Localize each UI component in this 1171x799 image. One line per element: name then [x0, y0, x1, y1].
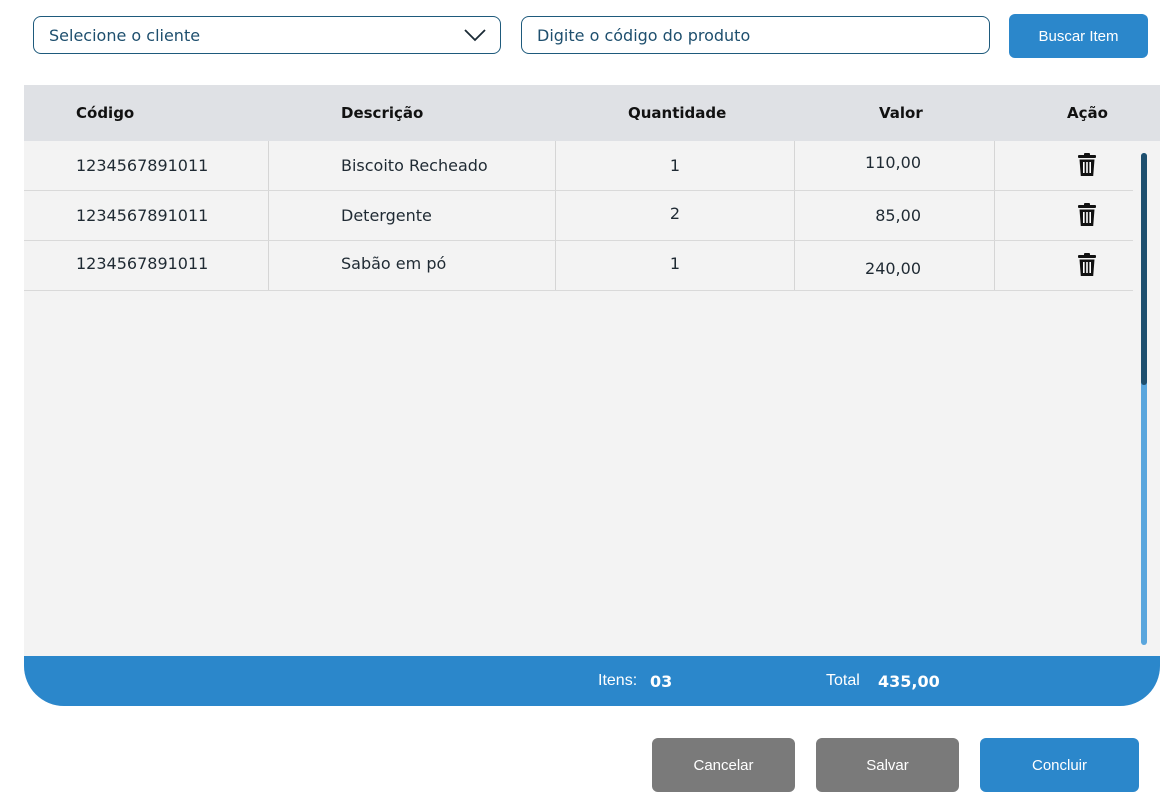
column-divider [268, 191, 269, 240]
search-item-button[interactable]: Buscar Item [1009, 14, 1148, 58]
column-divider [794, 241, 795, 290]
items-count: 03 [650, 671, 673, 691]
cell-description: Biscoito Recheado [341, 156, 488, 175]
scrollbar[interactable] [1141, 153, 1147, 645]
trash-icon[interactable] [1076, 253, 1098, 277]
table-row: 1234567891011 Sabão em pó 1 240,00 [24, 241, 1133, 291]
table-body: 1234567891011 Biscoito Recheado 1 110,00 [24, 141, 1133, 291]
items-label: Itens: [598, 672, 638, 689]
table-row: 1234567891011 Detergente 2 85,00 [24, 191, 1133, 241]
total-value: 435,00 [878, 671, 940, 691]
header-description: Descrição [341, 104, 424, 122]
column-divider [994, 141, 995, 190]
cell-value: 85,00 [875, 206, 921, 225]
cell-value: 110,00 [865, 153, 921, 172]
finish-button[interactable]: Concluir [980, 738, 1139, 792]
header-action: Ação [1067, 104, 1108, 122]
column-divider [994, 241, 995, 290]
total-label: Total [826, 672, 860, 689]
items-table: Código Descrição Quantidade Valor Ação 1… [24, 85, 1160, 706]
cell-value: 240,00 [865, 259, 921, 278]
summary-bar: Itens: 03 Total 435,00 [24, 656, 1160, 706]
cell-description: Sabão em pó [341, 254, 447, 273]
cell-quantity: 1 [669, 156, 681, 175]
client-select-value: Selecione o cliente [49, 25, 201, 45]
cell-quantity: 1 [669, 254, 681, 273]
header-code: Código [76, 104, 135, 122]
header-quantity: Quantidade [628, 104, 727, 122]
cancel-button[interactable]: Cancelar [652, 738, 795, 792]
scrollbar-thumb[interactable] [1141, 153, 1147, 385]
table-row: 1234567891011 Biscoito Recheado 1 110,00 [24, 141, 1133, 191]
client-select[interactable]: Selecione o cliente [33, 16, 501, 54]
column-divider [268, 141, 269, 190]
trash-icon[interactable] [1076, 203, 1098, 227]
header-value: Valor [879, 104, 923, 122]
column-divider [994, 191, 995, 240]
table-header: Código Descrição Quantidade Valor Ação [24, 85, 1160, 141]
column-divider [794, 141, 795, 190]
cell-quantity: 2 [669, 204, 681, 223]
trash-icon[interactable] [1076, 153, 1098, 177]
cell-code: 1234567891011 [76, 254, 209, 273]
save-button[interactable]: Salvar [816, 738, 959, 792]
column-divider [794, 191, 795, 240]
cell-code: 1234567891011 [76, 156, 209, 175]
column-divider [268, 241, 269, 290]
cell-code: 1234567891011 [76, 206, 209, 225]
product-code-input[interactable] [521, 16, 990, 54]
cell-description: Detergente [341, 206, 432, 225]
chevron-down-icon [464, 28, 486, 42]
